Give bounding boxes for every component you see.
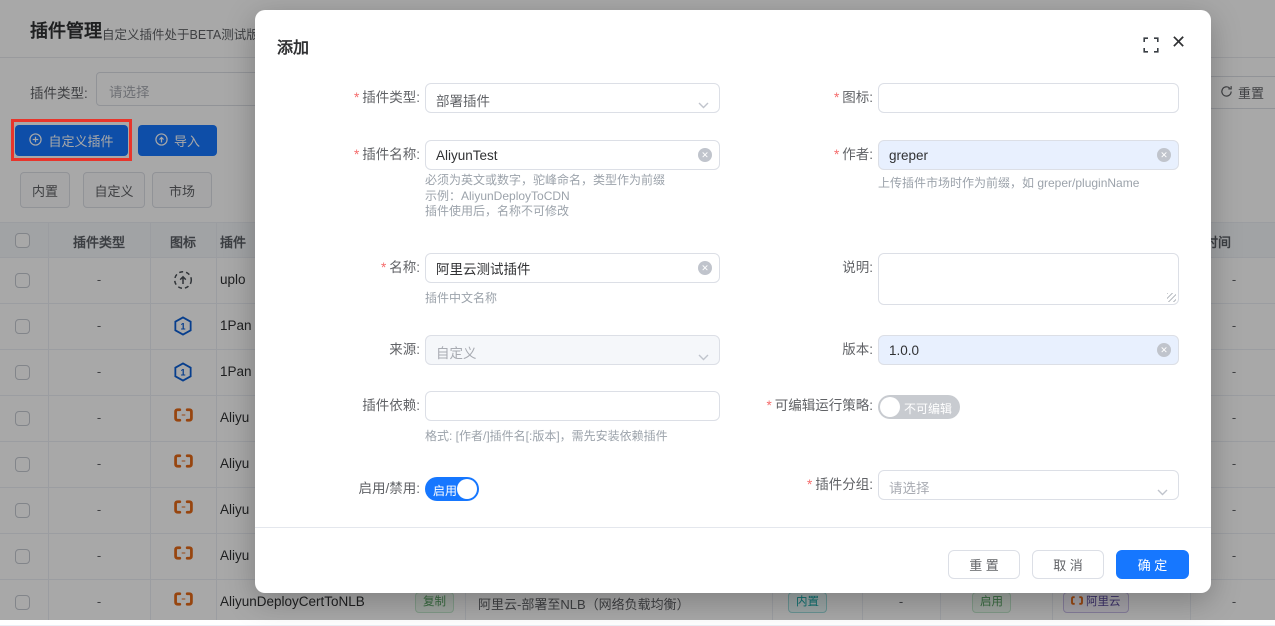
field-help: 上传插件市场时作为前缀，如 greper/pluginName [878, 176, 1139, 192]
field-label: 插件依赖: [255, 391, 420, 421]
field-label: *插件类型: [255, 83, 420, 113]
plugin-group-select[interactable]: 请选择 [878, 470, 1179, 500]
display-name-input[interactable] [425, 253, 720, 283]
policy-toggle[interactable]: 不可编辑 [878, 395, 960, 419]
reset-button[interactable]: 重 置 [948, 550, 1020, 579]
clear-icon[interactable]: ✕ [1157, 148, 1171, 162]
clear-icon[interactable]: ✕ [698, 148, 712, 162]
chevron-down-icon [698, 348, 709, 366]
field-help: 格式: [作者/]插件名[:版本]，需先安装依赖插件 [425, 429, 668, 445]
field-label: *作者: [715, 140, 873, 170]
author-input[interactable] [878, 140, 1179, 170]
dependencies-input[interactable] [425, 391, 720, 421]
field-label: 版本: [715, 335, 873, 365]
field-label: 启用/禁用: [255, 474, 420, 504]
clear-icon[interactable]: ✕ [1157, 343, 1171, 357]
chevron-down-icon [698, 96, 709, 114]
field-label: *可编辑运行策略: [715, 391, 873, 421]
field-label: *名称: [255, 253, 420, 283]
cancel-button[interactable]: 取 消 [1032, 550, 1104, 579]
chevron-down-icon [1157, 483, 1168, 501]
source-select: 自定义 [425, 335, 720, 365]
field-help: 插件中文名称 [425, 291, 497, 307]
version-input[interactable] [878, 335, 1179, 365]
modal-title: 添加 [277, 34, 309, 58]
field-label: *插件名称: [255, 140, 420, 170]
field-label: 说明: [715, 253, 873, 283]
clear-icon[interactable]: ✕ [698, 261, 712, 275]
confirm-button[interactable]: 确 定 [1116, 550, 1189, 579]
fullscreen-icon[interactable] [1143, 37, 1159, 58]
field-label: *图标: [715, 83, 873, 113]
field-help: 必须为英文或数字，驼峰命名，类型作为前缀 示例：AliyunDeployToCD… [425, 173, 665, 220]
icon-input[interactable] [878, 83, 1179, 113]
plugin-name-input[interactable] [425, 140, 720, 170]
field-label: 来源: [255, 335, 420, 365]
field-label: *插件分组: [715, 470, 873, 500]
description-textarea[interactable] [878, 253, 1179, 305]
plugin-type-select[interactable]: 部署插件 [425, 83, 720, 113]
footer-divider [255, 527, 1211, 528]
annotation-highlight-box [11, 119, 132, 161]
enabled-toggle[interactable]: 启用 [425, 477, 479, 501]
close-icon[interactable]: ✕ [1171, 32, 1186, 53]
add-plugin-modal: 添加 ✕ *插件类型: 部署插件 *图标: *插件名称: ✕ 必须为英文或数字，… [255, 10, 1211, 593]
resize-handle[interactable] [1167, 293, 1176, 302]
